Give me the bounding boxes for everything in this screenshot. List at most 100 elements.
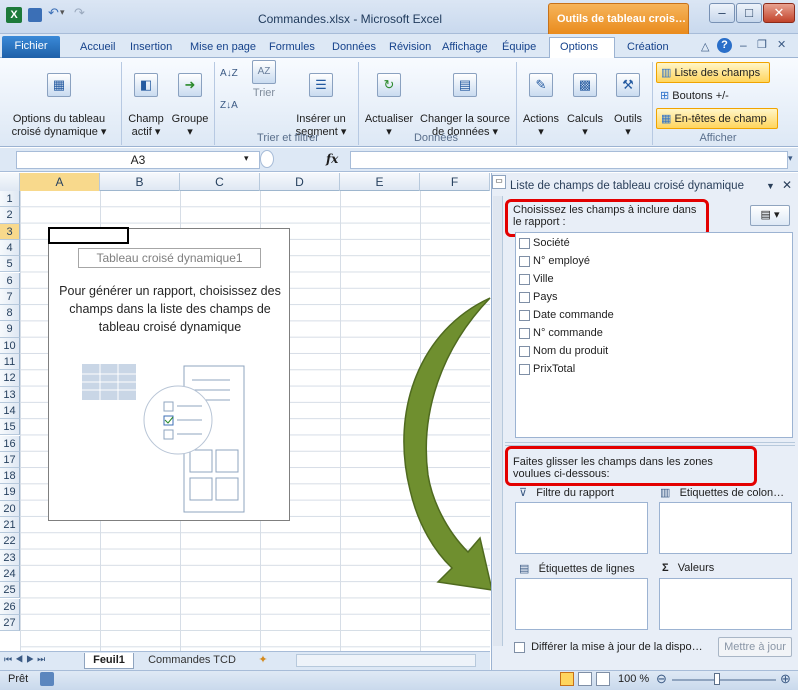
row-header[interactable]: 10 bbox=[0, 337, 20, 354]
field-item-nom-produit[interactable]: Nom du produit bbox=[519, 345, 608, 363]
field-checkbox[interactable] bbox=[519, 273, 530, 285]
active-cell-a3[interactable] bbox=[48, 227, 129, 244]
formula-input[interactable] bbox=[350, 151, 788, 169]
minimize-button[interactable]: – bbox=[709, 3, 735, 23]
defer-checkbox[interactable] bbox=[514, 641, 525, 653]
sort-az-icon[interactable]: A↓Z bbox=[220, 68, 238, 79]
horizontal-scrollbar[interactable] bbox=[296, 654, 476, 667]
column-header-b[interactable]: B bbox=[100, 173, 180, 191]
field-checkbox[interactable] bbox=[519, 309, 530, 321]
close-button[interactable]: ✕ bbox=[763, 3, 795, 23]
fx-icon[interactable]: fx bbox=[326, 152, 338, 166]
groupe-button[interactable]: ➜ Groupe ▾ bbox=[170, 60, 210, 139]
row-header[interactable]: 8 bbox=[0, 305, 20, 322]
page-break-view-icon[interactable] bbox=[596, 672, 610, 686]
tab-mise-en-page[interactable]: Mise en page bbox=[184, 38, 262, 58]
row-header[interactable]: 7 bbox=[0, 288, 20, 306]
liste-champs-toggle[interactable]: ▥ Liste des champs bbox=[656, 62, 770, 83]
tab-donnees[interactable]: Données bbox=[326, 38, 382, 58]
panel-close-icon[interactable]: ✕ bbox=[782, 178, 792, 192]
defer-update-option[interactable]: Différer la mise à jour de la dispo… bbox=[514, 641, 703, 653]
row-header[interactable]: 9 bbox=[0, 321, 20, 338]
row-header[interactable]: 25 bbox=[0, 582, 20, 599]
formula-divider-icon[interactable] bbox=[260, 150, 274, 168]
row-header[interactable]: 2 bbox=[0, 207, 20, 224]
collapse-ribbon-icon[interactable]: △ bbox=[701, 40, 709, 53]
sort-za-icon[interactable]: Z↓A bbox=[220, 100, 238, 111]
field-checkbox[interactable] bbox=[519, 363, 530, 375]
zoom-out-icon[interactable]: ⊖ bbox=[656, 671, 667, 687]
field-item-pays[interactable]: Pays bbox=[519, 291, 557, 309]
column-header-d[interactable]: D bbox=[260, 173, 340, 191]
inserer-segment-button[interactable]: ☰ Insérer un segment ▾ bbox=[288, 60, 354, 139]
tab-options[interactable]: Options bbox=[549, 37, 615, 59]
row-header[interactable]: 19 bbox=[0, 484, 20, 501]
outils-button[interactable]: ⚒ Outils ▾ bbox=[608, 60, 648, 139]
tab-accueil[interactable]: Accueil bbox=[74, 38, 121, 58]
row-header[interactable]: 1 bbox=[0, 191, 20, 208]
tab-affichage[interactable]: Affichage bbox=[436, 38, 494, 58]
options-pivot-button[interactable]: ▦ Options du tableau croisé dynamique ▾ bbox=[2, 60, 116, 139]
field-checkbox[interactable] bbox=[519, 237, 530, 249]
name-box[interactable]: A3 bbox=[16, 151, 260, 169]
wb-restore-icon[interactable]: ❐ bbox=[757, 38, 767, 51]
column-header-e[interactable]: E bbox=[340, 173, 420, 191]
page-layout-view-icon[interactable] bbox=[578, 672, 592, 686]
normal-view-icon[interactable] bbox=[560, 672, 574, 686]
trier-button[interactable]: AZ Trier bbox=[246, 60, 282, 100]
entetes-toggle[interactable]: ▦ En-têtes de champ bbox=[656, 108, 778, 129]
sheet-tab-feuil1[interactable]: Feuil1 bbox=[84, 653, 134, 669]
row-header[interactable]: 12 bbox=[0, 370, 20, 387]
field-item-prixtotal[interactable]: PrixTotal bbox=[519, 363, 575, 381]
macro-record-icon[interactable] bbox=[40, 672, 54, 686]
field-checkbox[interactable] bbox=[519, 255, 530, 267]
wb-close-icon[interactable]: ✕ bbox=[777, 38, 786, 51]
row-header[interactable]: 4 bbox=[0, 239, 20, 257]
champ-actif-button[interactable]: ◧ Champ actif ▾ bbox=[126, 60, 166, 139]
calculs-button[interactable]: ▩ Calculs ▾ bbox=[564, 60, 606, 139]
update-button[interactable]: Mettre à jour bbox=[718, 637, 792, 657]
row-header[interactable]: 24 bbox=[0, 565, 20, 583]
field-item-date-commande[interactable]: Date commande bbox=[519, 309, 614, 327]
tab-creation[interactable]: Création bbox=[621, 38, 675, 58]
row-header[interactable]: 18 bbox=[0, 468, 20, 485]
tab-formules[interactable]: Formules bbox=[263, 38, 321, 58]
zoom-in-icon[interactable]: ⊕ bbox=[780, 671, 791, 687]
panel-grip-icon[interactable]: ▭ bbox=[492, 175, 506, 189]
row-header[interactable]: 17 bbox=[0, 451, 20, 469]
row-header[interactable]: 6 bbox=[0, 272, 20, 289]
column-header-a[interactable]: A bbox=[20, 173, 100, 191]
field-checkbox[interactable] bbox=[519, 291, 530, 303]
tab-revision[interactable]: Révision bbox=[383, 38, 437, 58]
select-all-corner[interactable] bbox=[0, 173, 20, 191]
changer-source-button[interactable]: ▤ Changer la source de données ▾ bbox=[418, 60, 512, 139]
row-header[interactable]: 21 bbox=[0, 517, 20, 534]
expand-formula-icon[interactable]: ▾ bbox=[788, 153, 793, 164]
actualiser-button[interactable]: ↻ Actualiser ▾ bbox=[360, 60, 418, 139]
tab-equipe[interactable]: Équipe bbox=[496, 38, 542, 58]
row-header[interactable]: 16 bbox=[0, 435, 20, 452]
row-header[interactable]: 27 bbox=[0, 614, 20, 632]
zone-rows-drop[interactable] bbox=[515, 578, 648, 630]
column-header-f[interactable]: F bbox=[420, 173, 490, 191]
zoom-slider-thumb[interactable] bbox=[714, 673, 720, 685]
wb-minimize-icon[interactable]: – bbox=[740, 38, 747, 52]
panel-menu-icon[interactable]: ▼ bbox=[766, 181, 775, 191]
field-item-n-commande[interactable]: N° commande bbox=[519, 327, 603, 345]
field-item-ville[interactable]: Ville bbox=[519, 273, 554, 291]
layout-options-button[interactable]: ▤ ▾ bbox=[750, 205, 790, 226]
row-header[interactable]: 15 bbox=[0, 419, 20, 436]
sheet-nav-icon[interactable]: ⏮◀▶⏭ bbox=[4, 654, 48, 665]
row-header[interactable]: 13 bbox=[0, 386, 20, 403]
insert-sheet-icon[interactable]: ✦ bbox=[252, 653, 274, 669]
row-header[interactable]: 20 bbox=[0, 500, 20, 517]
row-header[interactable]: 22 bbox=[0, 533, 20, 550]
row-header[interactable]: 11 bbox=[0, 354, 20, 371]
field-item-n-employe[interactable]: N° employé bbox=[519, 255, 590, 273]
zoom-level[interactable]: 100 % bbox=[618, 673, 649, 685]
zone-values-drop[interactable] bbox=[659, 578, 792, 630]
maximize-button[interactable]: □ bbox=[736, 3, 762, 23]
row-header[interactable]: 14 bbox=[0, 402, 20, 420]
namebox-dropdown-icon[interactable]: ▾ bbox=[244, 153, 249, 164]
actions-button[interactable]: ✎ Actions ▾ bbox=[520, 60, 562, 139]
